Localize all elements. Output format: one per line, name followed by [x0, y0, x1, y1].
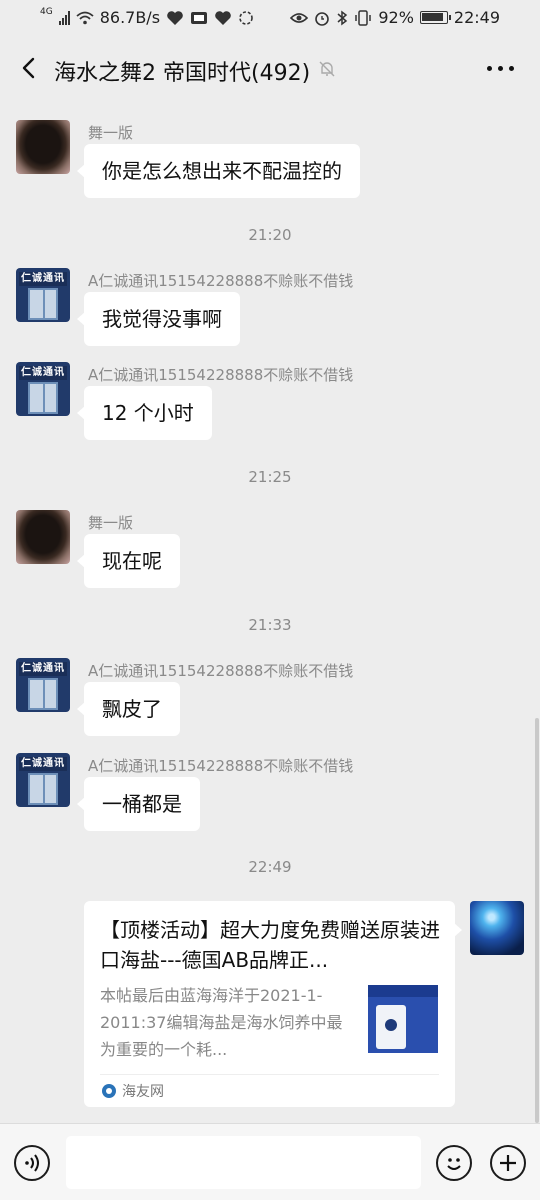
loading-icon [239, 10, 253, 25]
sender-name: 舞一版 [88, 514, 134, 532]
battery-percent: 92% [378, 8, 414, 27]
network-speed: 86.7B/s [99, 8, 161, 27]
message-bubble[interactable]: 12 个小时 [77, 386, 212, 440]
emoji-icon[interactable] [436, 1145, 472, 1181]
sender-name: A仁诚通讯15154228888不赊账不借钱 [88, 757, 354, 775]
message-bubble[interactable]: 你是怎么想出来不配温控的 [77, 144, 360, 198]
signal-icon [58, 10, 70, 25]
wifi-icon [76, 11, 94, 24]
avatar[interactable]: 仁诚通讯 [16, 658, 70, 712]
clock: 22:49 [453, 8, 500, 27]
link-card-source: 海友网 [102, 1081, 164, 1101]
link-card-description: 本帖最后由蓝海海洋于2021-1-2011:37编辑海盐是海水饲养中最为重要的一… [100, 986, 343, 1059]
message-bubble[interactable]: 现在呢 [77, 534, 180, 588]
link-card[interactable]: 【顶楼活动】超大力度免费赠送原装进口海盐---德国AB品牌正... 本帖最后由蓝… [84, 901, 462, 1107]
alarm-icon [315, 11, 330, 26]
avatar-sign-text: 仁诚通讯 [19, 272, 67, 286]
avatar[interactable]: 仁诚通讯 [16, 268, 70, 322]
battery-icon [419, 11, 451, 24]
timestamp: 22:49 [248, 858, 292, 876]
own-avatar[interactable] [470, 901, 524, 955]
divider [100, 1074, 439, 1075]
timestamp: 21:25 [248, 468, 292, 486]
message-input[interactable] [66, 1136, 421, 1189]
message-bubble[interactable]: 飘皮了 [77, 682, 180, 736]
avatar-sign-text: 仁诚通讯 [19, 366, 67, 380]
network-type: 4G [40, 6, 53, 17]
chat-title[interactable]: 海水之舞2 帝国时代(492) [54, 55, 310, 87]
source-logo-icon [102, 1084, 116, 1098]
avatar[interactable] [16, 510, 70, 564]
link-card-thumbnail [368, 985, 438, 1053]
message-bubble[interactable]: 我觉得没事啊 [77, 292, 240, 346]
status-bar: 4G 86.7B/s 92% 22:49 [0, 0, 540, 36]
input-bar [0, 1123, 540, 1200]
sender-name: 舞一版 [88, 124, 134, 142]
avatar-sign-text: 仁诚通讯 [19, 662, 67, 676]
chat-header: 海水之舞2 帝国时代(492) [0, 36, 540, 102]
avatar[interactable] [16, 120, 70, 174]
timestamp: 21:33 [248, 616, 292, 634]
voice-icon[interactable] [14, 1145, 50, 1181]
health-icon [167, 10, 183, 25]
vibrate-icon [355, 9, 372, 26]
app-icon [191, 11, 208, 24]
plus-icon[interactable] [490, 1145, 526, 1181]
bluetooth-icon [337, 10, 348, 25]
scrollbar[interactable] [535, 718, 539, 1123]
sender-name: A仁诚通讯15154228888不赊账不借钱 [88, 272, 354, 290]
avatar-sign-text: 仁诚通讯 [19, 757, 67, 771]
heart-icon [215, 10, 231, 25]
link-card-title: 【顶楼活动】超大力度免费赠送原装进口海盐---德国AB品牌正... [100, 918, 440, 972]
back-icon[interactable] [18, 56, 42, 80]
sender-name: A仁诚通讯15154228888不赊账不借钱 [88, 662, 354, 680]
more-icon[interactable] [487, 66, 514, 71]
sender-name: A仁诚通讯15154228888不赊账不借钱 [88, 366, 354, 384]
eye-icon [290, 12, 309, 23]
timestamp: 21:20 [248, 226, 292, 244]
mute-icon [319, 61, 335, 77]
source-name: 海友网 [122, 1084, 164, 1100]
avatar[interactable]: 仁诚通讯 [16, 362, 70, 416]
avatar[interactable]: 仁诚通讯 [16, 753, 70, 807]
message-bubble[interactable]: 一桶都是 [77, 777, 200, 831]
